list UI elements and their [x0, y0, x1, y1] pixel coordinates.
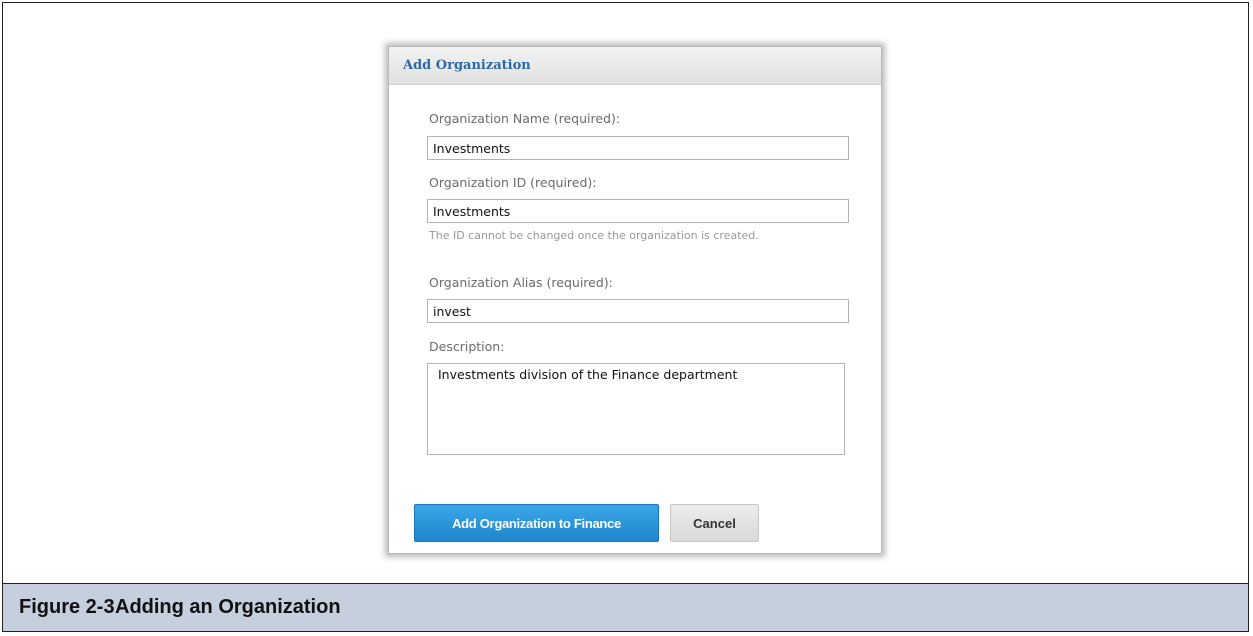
dialog-header: Add Organization: [389, 47, 881, 85]
organization-id-input[interactable]: [427, 199, 849, 223]
cancel-button[interactable]: Cancel: [670, 504, 759, 542]
organization-name-input[interactable]: [427, 136, 849, 160]
add-organization-dialog: Add Organization Organization Name (requ…: [388, 46, 882, 554]
organization-id-label: Organization ID (required):: [429, 175, 597, 190]
organization-name-label: Organization Name (required):: [429, 111, 621, 126]
figure-number: Figure 2-3: [19, 596, 115, 618]
dialog-title: Add Organization: [403, 58, 531, 73]
figure-caption: Figure 2-3 Adding an Organization: [3, 583, 1248, 631]
add-organization-button[interactable]: Add Organization to Finance: [414, 504, 659, 542]
description-label: Description:: [429, 339, 505, 354]
figure-frame: Add Organization Organization Name (requ…: [2, 2, 1249, 632]
organization-alias-label: Organization Alias (required):: [429, 275, 613, 290]
description-textarea[interactable]: Investments division of the Finance depa…: [427, 363, 845, 455]
figure-title: Adding an Organization: [115, 596, 341, 618]
organization-alias-input[interactable]: [427, 299, 849, 323]
organization-id-hint: The ID cannot be changed once the organi…: [429, 229, 759, 242]
